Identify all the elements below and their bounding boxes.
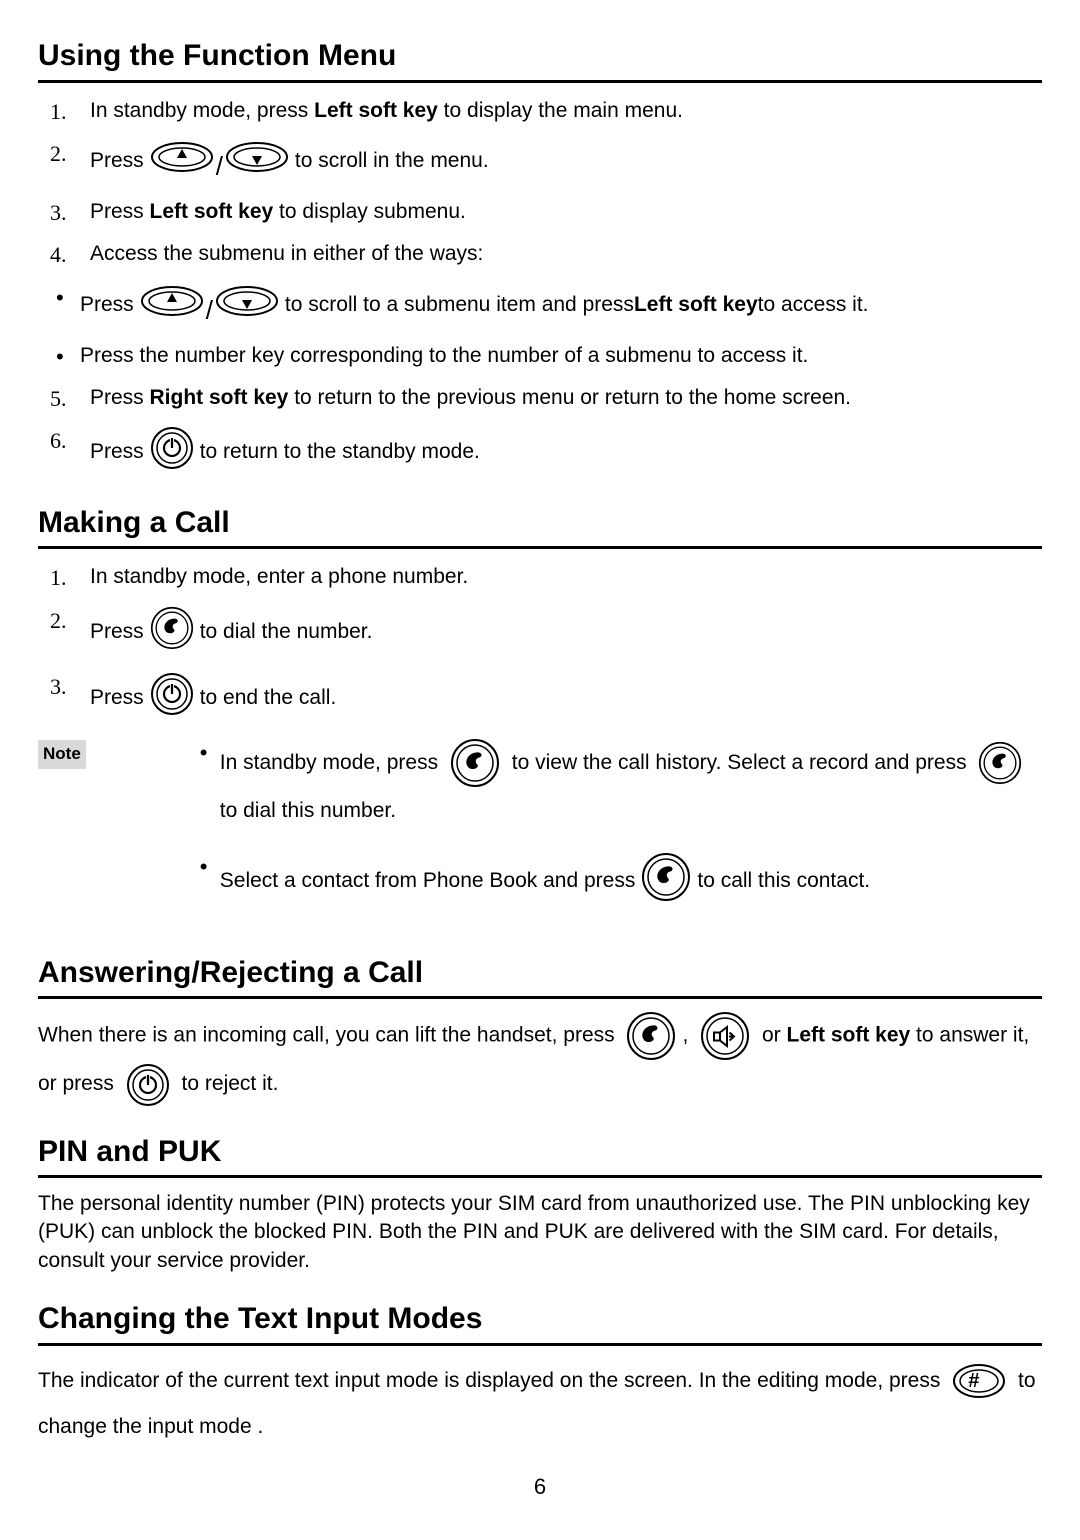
call-key-icon xyxy=(626,1011,676,1061)
page-number: 6 xyxy=(38,1472,1042,1502)
note-bullet-1: In standby mode, press to view the call … xyxy=(220,738,1042,834)
call-step-2: 2. Press to dial the number. xyxy=(90,606,1042,658)
step-2: 2. Press / to scroll in the menu. xyxy=(90,139,1042,184)
heading-making-call: Making a Call xyxy=(38,503,1042,550)
heading-answering: Answering/Rejecting a Call xyxy=(38,953,1042,1000)
speaker-key-icon xyxy=(700,1011,750,1061)
function-menu-steps-2: 5. Press Right soft key to return to the… xyxy=(38,384,1042,479)
section-function-menu: Using the Function Menu 1. In standby mo… xyxy=(38,36,1042,479)
step-4: 4. Access the submenu in either of the w… xyxy=(90,240,1042,268)
call-step-3: 3. Press to end the call. xyxy=(90,672,1042,724)
call-key-icon xyxy=(150,606,194,658)
note-bullets: In standby mode, press to view the call … xyxy=(196,738,1042,911)
heading-input-modes: Changing the Text Input Modes xyxy=(38,1299,1042,1346)
note-label: Note xyxy=(38,740,86,769)
step-1: 1. In standby mode, press Left soft key … xyxy=(90,97,1042,125)
bullet-number-key: Press the number key corresponding to th… xyxy=(80,342,1042,370)
call-key-icon xyxy=(641,852,691,910)
step-5: 5. Press Right soft key to return to the… xyxy=(90,384,1042,412)
call-step-1: 1. In standby mode, enter a phone number… xyxy=(90,563,1042,591)
hash-key-icon xyxy=(952,1362,1006,1400)
answering-paragraph: When there is an incoming call, you can … xyxy=(38,1011,1042,1107)
section-answering: Answering/Rejecting a Call When there is… xyxy=(38,953,1042,1108)
call-key-icon xyxy=(978,741,1022,785)
section-input-modes: Changing the Text Input Modes The indica… xyxy=(38,1299,1042,1450)
note-block: Note In standby mode, press to view the … xyxy=(38,738,1042,929)
power-key-icon xyxy=(126,1063,170,1107)
nav-up-down-icon: / xyxy=(150,139,289,184)
section-pin-puk: PIN and PUK The personal identity number… xyxy=(38,1132,1042,1276)
call-key-icon xyxy=(450,738,500,788)
step-6: 6. Press to return to the standby mode. xyxy=(90,426,1042,478)
section-making-call: Making a Call 1. In standby mode, enter … xyxy=(38,503,1042,929)
heading-function-menu: Using the Function Menu xyxy=(38,36,1042,83)
step-3: 3. Press Left soft key to display submen… xyxy=(90,198,1042,226)
function-menu-bullets: Press / to scroll to a submenu item and … xyxy=(38,283,1042,370)
note-bullet-2: Select a contact from Phone Book and pre… xyxy=(220,852,1042,910)
making-call-steps: 1. In standby mode, enter a phone number… xyxy=(38,563,1042,724)
nav-up-down-icon: / xyxy=(140,283,279,328)
power-key-icon xyxy=(150,672,194,724)
function-menu-steps: 1. In standby mode, press Left soft key … xyxy=(38,97,1042,269)
power-key-icon xyxy=(150,426,194,478)
input-modes-paragraph: The indicator of the current text input … xyxy=(38,1358,1042,1450)
bullet-scroll: Press / to scroll to a submenu item and … xyxy=(80,283,1042,328)
pin-puk-paragraph: The personal identity number (PIN) prote… xyxy=(38,1190,1042,1275)
heading-pin-puk: PIN and PUK xyxy=(38,1132,1042,1179)
